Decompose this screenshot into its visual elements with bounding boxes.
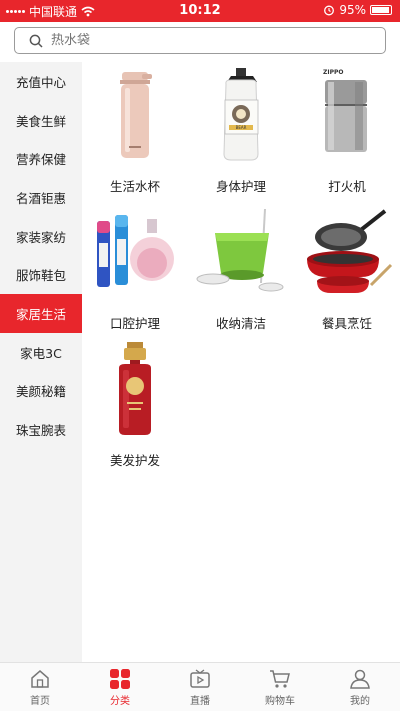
tab-category[interactable]: 分类 [80, 663, 160, 711]
sidebar-item-food[interactable]: 美食生鲜 [0, 101, 82, 140]
category-sidebar: 充值中心 美食生鲜 营养保健 名酒钜惠 家装家纺 服饰鞋包 家居生活 家电3C … [0, 62, 82, 662]
search-input[interactable] [51, 33, 351, 48]
mop-bucket-image [196, 208, 284, 292]
product-item[interactable]: 餐具烹饪 [294, 199, 400, 336]
tab-label: 购物车 [265, 696, 295, 707]
shampoo-bottle-image [119, 342, 151, 435]
sidebar-item-label: 营养保健 [15, 152, 66, 168]
product-label: 餐具烹饪 [321, 316, 372, 331]
search-box[interactable] [14, 27, 386, 54]
tab-home[interactable]: 首页 [0, 663, 80, 711]
sidebar-item-recharge[interactable]: 充值中心 [0, 62, 82, 101]
product-item[interactable]: 收纳清洁 [188, 199, 294, 336]
sidebar-item-wine[interactable]: 名酒钜惠 [0, 178, 82, 217]
tab-label: 我的 [350, 696, 370, 707]
live-tv-icon [190, 669, 210, 688]
product-label: 口腔护理 [109, 316, 160, 331]
search-bar [0, 22, 400, 60]
battery-percent: 95% [339, 3, 366, 17]
category-content: 生活水杯 BEAR 身体护理 ZIPPO 打火机 口腔护理 收纳清洁 餐具烹饪 … [82, 62, 400, 662]
tab-label: 直播 [190, 696, 210, 707]
product-item[interactable]: 口腔护理 [82, 199, 188, 336]
sidebar-item-electronics[interactable]: 家电3C [0, 333, 82, 372]
sidebar-item-beauty[interactable]: 美颜秘籍 [0, 372, 82, 411]
sidebar-item-jewelry[interactable]: 珠宝腕表 [0, 410, 82, 449]
svg-text:ZIPPO: ZIPPO [323, 69, 343, 76]
tab-label: 首页 [30, 696, 50, 707]
sidebar-item-label: 名酒钜惠 [15, 190, 66, 206]
product-item[interactable]: 生活水杯 [82, 62, 188, 199]
product-label: 美发护发 [109, 453, 160, 468]
cart-icon [270, 670, 290, 688]
product-label: 生活水杯 [109, 179, 160, 194]
thermos-cup-image [120, 72, 152, 158]
product-grid: 生活水杯 BEAR 身体护理 ZIPPO 打火机 口腔护理 收纳清洁 餐具烹饪 … [82, 62, 400, 473]
product-label: 身体护理 [215, 179, 266, 194]
status-right: 95% [323, 3, 392, 17]
svg-text:BEAR: BEAR [236, 125, 247, 130]
search-icon [29, 34, 43, 48]
sidebar-item-home-textile[interactable]: 家装家纺 [0, 217, 82, 256]
battery-icon [370, 5, 392, 15]
sidebar-item-label: 珠宝腕表 [15, 423, 66, 439]
status-bar: 中国联通 10:12 95% [0, 0, 400, 22]
sidebar-item-health[interactable]: 营养保健 [0, 139, 82, 178]
product-item[interactable]: ZIPPO 打火机 [294, 62, 400, 199]
sidebar-item-label: 充值中心 [15, 74, 66, 90]
tab-cart[interactable]: 购物车 [240, 663, 320, 711]
product-item[interactable]: BEAR 身体护理 [188, 62, 294, 199]
home-icon [31, 670, 49, 688]
sidebar-item-label: 美食生鲜 [15, 113, 66, 129]
sidebar-item-apparel[interactable]: 服饰鞋包 [0, 255, 82, 294]
category-icon [110, 669, 130, 689]
cookware-set-image [307, 209, 393, 293]
sidebar-item-label: 家电3C [20, 345, 62, 361]
product-label: 收纳清洁 [215, 316, 266, 331]
alarm-icon [324, 5, 335, 16]
product-label: 打火机 [328, 179, 366, 194]
profile-icon [350, 669, 370, 689]
sidebar-item-label: 美颜秘籍 [15, 384, 66, 400]
sidebar-item-label: 家装家纺 [15, 229, 66, 245]
sidebar-item-label: 服饰鞋包 [15, 268, 66, 284]
body-lotion-image: BEAR [223, 68, 259, 161]
oral-care-image [97, 215, 174, 287]
product-item[interactable]: 美发护发 [82, 336, 188, 473]
bottom-tabbar: 首页 分类 直播 购物车 我的 [0, 662, 400, 711]
sidebar-item-home-living[interactable]: 家居生活 [0, 294, 82, 333]
tab-live[interactable]: 直播 [160, 663, 240, 711]
tab-profile[interactable]: 我的 [320, 663, 400, 711]
zippo-lighter-image: ZIPPO [323, 69, 367, 152]
sidebar-item-label: 家居生活 [15, 306, 66, 322]
tab-label: 分类 [110, 696, 130, 707]
